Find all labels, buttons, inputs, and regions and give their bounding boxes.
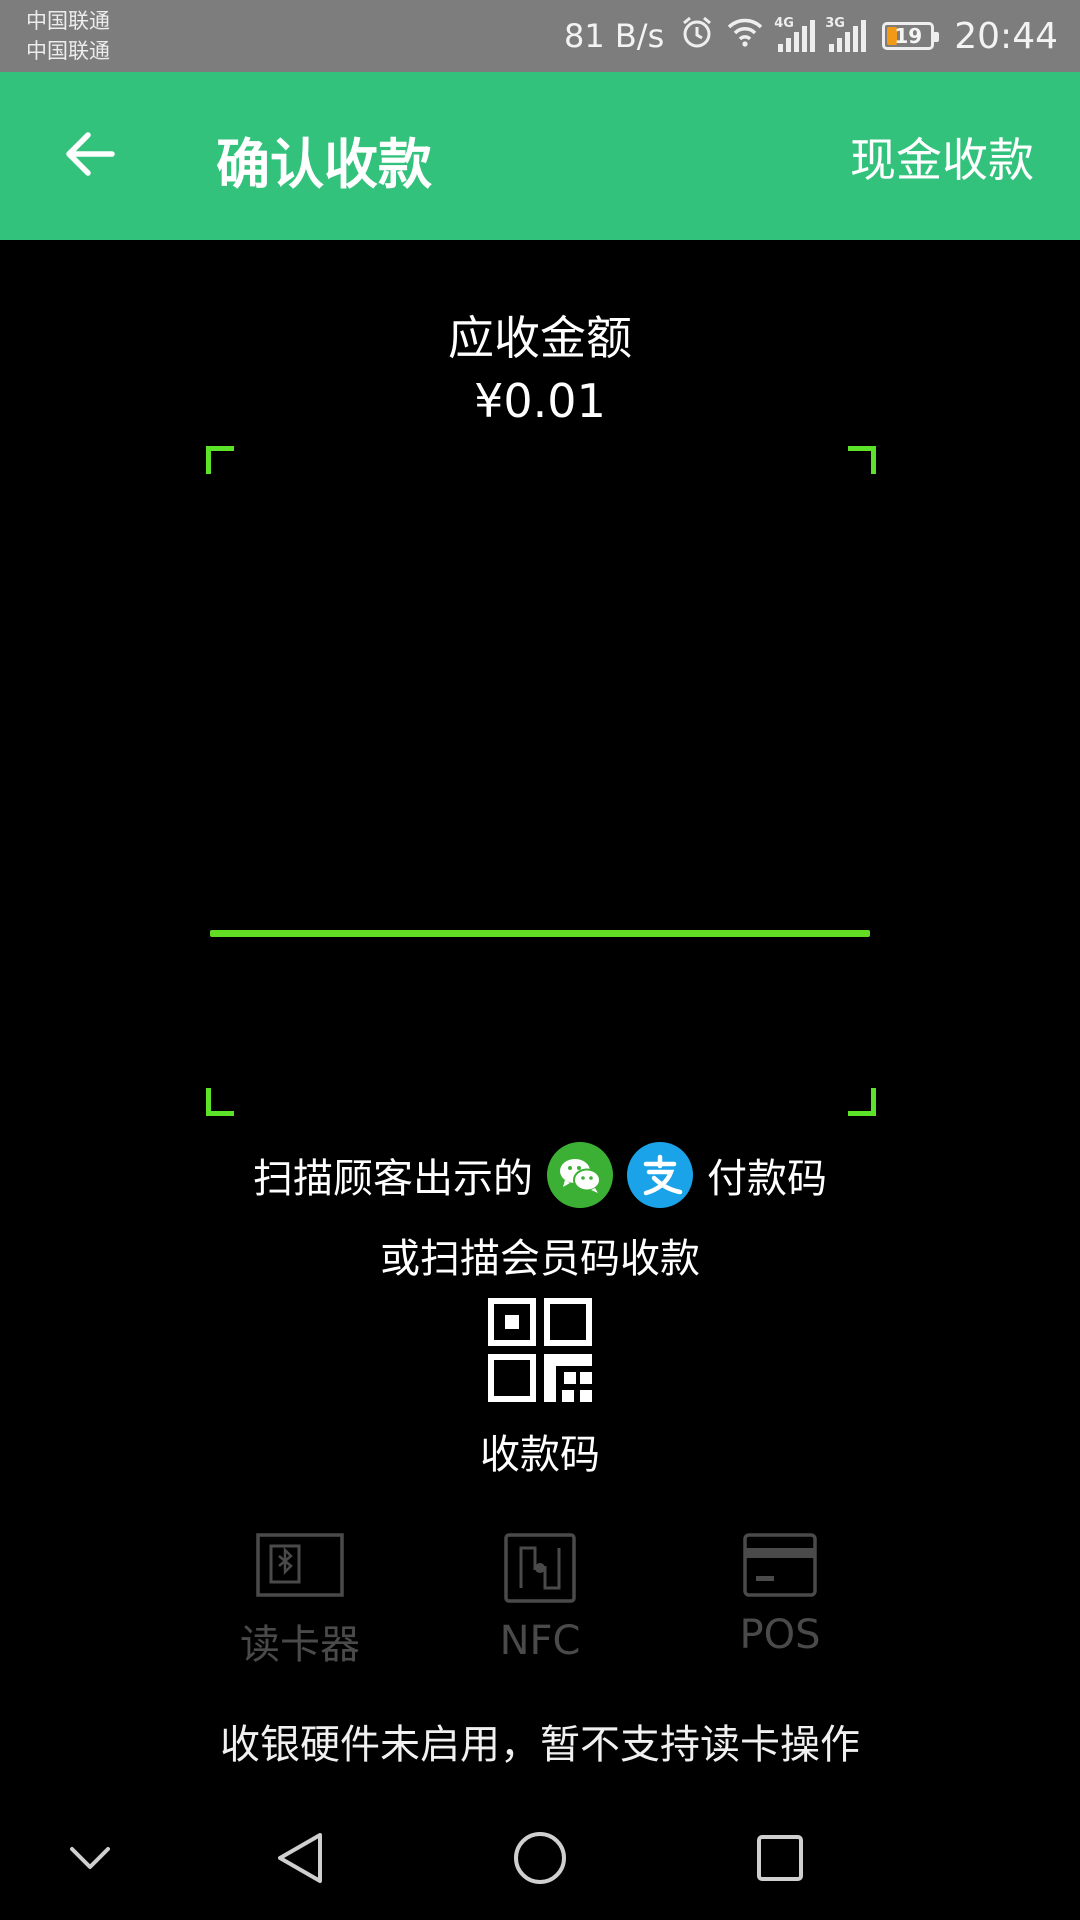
carrier-2: 中国联通 (26, 39, 110, 63)
nav-home-button[interactable] (500, 1820, 580, 1900)
receive-code-label: 收款码 (480, 1432, 600, 1478)
nfc-label: NFC (499, 1618, 581, 1664)
wifi-icon (726, 16, 764, 57)
card-reader-icon (255, 1532, 345, 1602)
signal-4g-icon: 4G (774, 16, 816, 52)
back-button[interactable] (50, 116, 130, 196)
scan-hint-prefix: 扫描顾客出示的 (253, 1156, 533, 1202)
navigation-bar (0, 1792, 1080, 1920)
square-recents-icon (755, 1833, 805, 1887)
scan-hint: 扫描顾客出示的 付款码 (0, 1140, 1080, 1210)
net-type-2: 3G (825, 16, 845, 31)
card-reader-option[interactable]: 读卡器 (190, 1532, 410, 1670)
net-speed: 81 B/s (563, 17, 665, 55)
scanner-corner-bottom-right (848, 1088, 876, 1116)
nfc-icon (503, 1532, 577, 1608)
arrow-left-icon (64, 131, 116, 181)
amount-value: ¥0.01 (474, 374, 606, 428)
scan-hint-suffix: 付款码 (707, 1156, 827, 1202)
nav-back-button[interactable] (260, 1820, 340, 1900)
cash-payment-button[interactable]: 现金收款 (850, 124, 1034, 190)
member-code-hint: 或扫描会员码收款 (380, 1236, 700, 1282)
page-title: 确认收款 (216, 133, 432, 196)
alipay-icon (627, 1142, 693, 1208)
triangle-back-icon (274, 1830, 326, 1890)
scanner-corner-top-left (206, 446, 234, 474)
wechat-pay-icon (547, 1142, 613, 1208)
scanner-viewfinder (206, 446, 876, 1116)
carrier-1: 中国联通 (26, 9, 110, 33)
net-type-1: 4G (774, 16, 794, 31)
battery-level: 19 (894, 24, 923, 48)
amount-label: 应收金额 (448, 311, 632, 365)
nav-recents-button[interactable] (740, 1820, 820, 1900)
scanner-corner-bottom-left (206, 1088, 234, 1116)
status-bar: 中国联通 中国联通 81 B/s 4G 3G 19 20:44 (0, 0, 1080, 72)
status-icons: 81 B/s 4G 3G 19 20:44 (564, 0, 1058, 72)
hardware-notice: 收银硬件未启用，暂不支持读卡操作 (220, 1722, 860, 1768)
signal-3g-icon: 3G (825, 16, 867, 52)
pos-option[interactable]: POS (670, 1532, 890, 1658)
alarm-icon (680, 15, 714, 58)
app-bar: 确认收款 现金收款 (0, 72, 1080, 240)
nfc-option[interactable]: NFC (430, 1532, 650, 1664)
nav-hide-button[interactable] (50, 1820, 130, 1900)
qr-code-icon (488, 1298, 592, 1406)
scan-line (210, 930, 870, 937)
circle-home-icon (512, 1830, 568, 1890)
chevron-down-icon (68, 1844, 112, 1876)
card-reader-label: 读卡器 (240, 1622, 360, 1668)
receive-code-button[interactable]: 收款码 (480, 1298, 600, 1478)
scanner-corner-top-right (848, 446, 876, 474)
clock: 20:44 (954, 15, 1058, 57)
credit-card-icon (742, 1532, 818, 1602)
pos-label: POS (739, 1612, 821, 1658)
payment-screen: 中国联通 中国联通 81 B/s 4G 3G 19 20:44 确认收款 现金收… (0, 0, 1080, 1920)
carriers: 中国联通 中国联通 (26, 6, 110, 66)
battery-icon: 19 (882, 22, 940, 50)
